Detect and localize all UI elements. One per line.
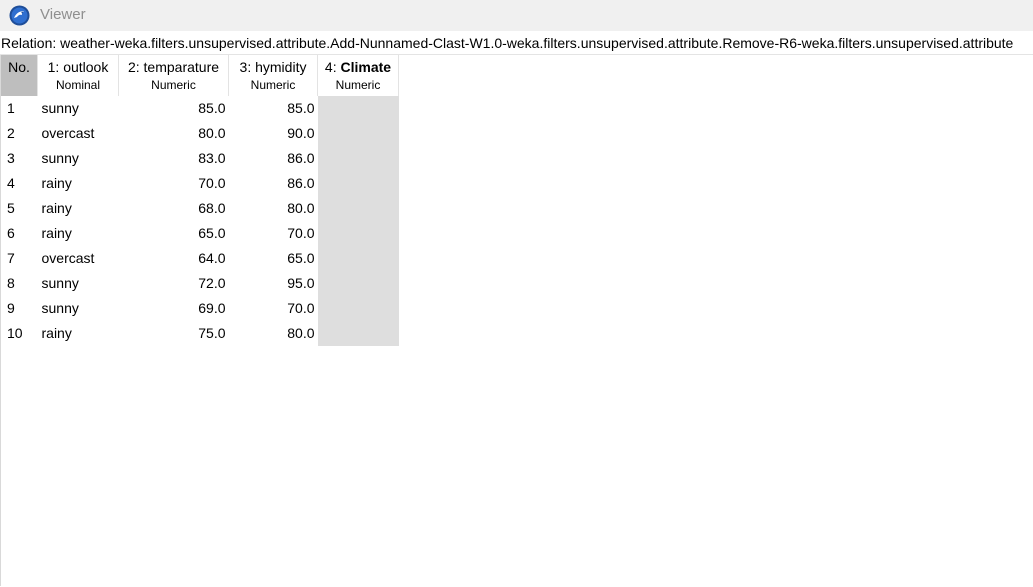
climate-cell[interactable] bbox=[317, 246, 399, 271]
column-index: 3: bbox=[239, 59, 256, 75]
hymidity-cell[interactable]: 85.0 bbox=[229, 96, 318, 121]
climate-cell[interactable] bbox=[317, 321, 399, 346]
outlook-cell[interactable]: overcast bbox=[38, 121, 119, 146]
weka-bird-icon bbox=[9, 5, 30, 26]
column-index: 4: bbox=[324, 59, 341, 75]
hymidity-cell[interactable]: 65.0 bbox=[229, 246, 318, 271]
column-header-climate[interactable]: 4: Climate Numeric bbox=[317, 55, 399, 96]
column-index: 1: bbox=[47, 59, 64, 75]
window-title: Viewer bbox=[40, 6, 86, 23]
row-number-cell[interactable]: 5 bbox=[1, 196, 38, 221]
table-row[interactable]: 6 rainy 65.0 70.0 bbox=[1, 221, 399, 246]
row-number-cell[interactable]: 7 bbox=[1, 246, 38, 271]
column-header-outlook[interactable]: 1: outlook Nominal bbox=[37, 55, 119, 96]
column-index: 2: bbox=[127, 59, 144, 75]
climate-cell[interactable] bbox=[317, 146, 399, 171]
column-type: Numeric bbox=[335, 78, 381, 92]
temparature-cell[interactable]: 65.0 bbox=[119, 221, 229, 246]
column-name: Climate bbox=[340, 59, 392, 75]
hymidity-cell[interactable]: 95.0 bbox=[229, 271, 318, 296]
temparature-cell[interactable]: 80.0 bbox=[119, 121, 229, 146]
table-body: 1 sunny 85.0 85.0 2 overcast 80.0 90.0 3 sunny 83.… bbox=[1, 96, 399, 346]
column-type: Numeric bbox=[250, 78, 296, 92]
column-type: Numeric bbox=[151, 78, 196, 92]
climate-cell[interactable] bbox=[317, 171, 399, 196]
column-header-hymidity[interactable]: 3: hymidity Numeric bbox=[228, 55, 318, 96]
hymidity-cell[interactable]: 70.0 bbox=[229, 296, 318, 321]
table-row[interactable]: 4 rainy 70.0 86.0 bbox=[1, 171, 399, 196]
outlook-cell[interactable]: sunny bbox=[38, 296, 119, 321]
temparature-cell[interactable]: 83.0 bbox=[119, 146, 229, 171]
temparature-cell[interactable]: 72.0 bbox=[119, 271, 229, 296]
climate-cell[interactable] bbox=[317, 271, 399, 296]
temparature-cell[interactable]: 70.0 bbox=[119, 171, 229, 196]
column-name: hymidity bbox=[255, 59, 307, 75]
hymidity-cell[interactable]: 70.0 bbox=[229, 221, 318, 246]
temparature-cell[interactable]: 68.0 bbox=[119, 196, 229, 221]
table-row[interactable]: 2 overcast 80.0 90.0 bbox=[1, 121, 399, 146]
column-header-temparature[interactable]: 2: temparature Numeric bbox=[118, 55, 229, 96]
table-row[interactable]: 10 rainy 75.0 80.0 bbox=[1, 321, 399, 346]
outlook-cell[interactable]: rainy bbox=[38, 171, 119, 196]
table-header-row: No. 1: outlook Nominal 2: temparature Nu… bbox=[1, 55, 399, 96]
temparature-cell[interactable]: 75.0 bbox=[119, 321, 229, 346]
row-number-cell[interactable]: 9 bbox=[1, 296, 38, 321]
row-number-cell[interactable]: 6 bbox=[1, 221, 38, 246]
outlook-cell[interactable]: rainy bbox=[38, 196, 119, 221]
table-row[interactable]: 7 overcast 64.0 65.0 bbox=[1, 246, 399, 271]
climate-cell[interactable] bbox=[317, 296, 399, 321]
outlook-cell[interactable]: sunny bbox=[38, 96, 119, 121]
table-row[interactable]: 8 sunny 72.0 95.0 bbox=[1, 271, 399, 296]
column-name: temparature bbox=[143, 59, 220, 75]
hymidity-cell[interactable]: 90.0 bbox=[229, 121, 318, 146]
climate-cell[interactable] bbox=[317, 121, 399, 146]
row-number-cell[interactable]: 1 bbox=[1, 96, 38, 121]
column-type: Nominal bbox=[55, 78, 100, 92]
outlook-cell[interactable]: rainy bbox=[38, 321, 119, 346]
hymidity-cell[interactable]: 86.0 bbox=[229, 171, 318, 196]
table-row[interactable]: 1 sunny 85.0 85.0 bbox=[1, 96, 399, 121]
data-table: No. 1: outlook Nominal 2: temparature Nu… bbox=[1, 55, 399, 346]
outlook-cell[interactable]: sunny bbox=[38, 146, 119, 171]
column-header-no[interactable]: No. bbox=[1, 55, 38, 96]
hymidity-cell[interactable]: 80.0 bbox=[229, 196, 318, 221]
row-number-cell[interactable]: 4 bbox=[1, 171, 38, 196]
temparature-cell[interactable]: 85.0 bbox=[119, 96, 229, 121]
row-number-cell[interactable]: 10 bbox=[1, 321, 38, 346]
table-row[interactable]: 3 sunny 83.0 86.0 bbox=[1, 146, 399, 171]
outlook-cell[interactable]: overcast bbox=[38, 246, 119, 271]
title-bar[interactable]: Viewer bbox=[0, 0, 1033, 31]
outlook-cell[interactable]: sunny bbox=[38, 271, 119, 296]
climate-cell[interactable] bbox=[317, 196, 399, 221]
temparature-cell[interactable]: 64.0 bbox=[119, 246, 229, 271]
temparature-cell[interactable]: 69.0 bbox=[119, 296, 229, 321]
relation-text: Relation: weather-weka.filters.unsupervi… bbox=[1, 35, 1014, 51]
row-number-cell[interactable]: 3 bbox=[1, 146, 38, 171]
climate-cell[interactable] bbox=[317, 96, 399, 121]
outlook-cell[interactable]: rainy bbox=[38, 221, 119, 246]
row-number-cell[interactable]: 8 bbox=[1, 271, 38, 296]
relation-label: Relation: weather-weka.filters.unsupervi… bbox=[0, 33, 1033, 54]
column-name: outlook bbox=[63, 59, 109, 75]
row-number-cell[interactable]: 2 bbox=[1, 121, 38, 146]
climate-cell[interactable] bbox=[317, 221, 399, 246]
hymidity-cell[interactable]: 80.0 bbox=[229, 321, 318, 346]
table-row[interactable]: 5 rainy 68.0 80.0 bbox=[1, 196, 399, 221]
hymidity-cell[interactable]: 86.0 bbox=[229, 146, 318, 171]
table-row[interactable]: 9 sunny 69.0 70.0 bbox=[1, 296, 399, 321]
